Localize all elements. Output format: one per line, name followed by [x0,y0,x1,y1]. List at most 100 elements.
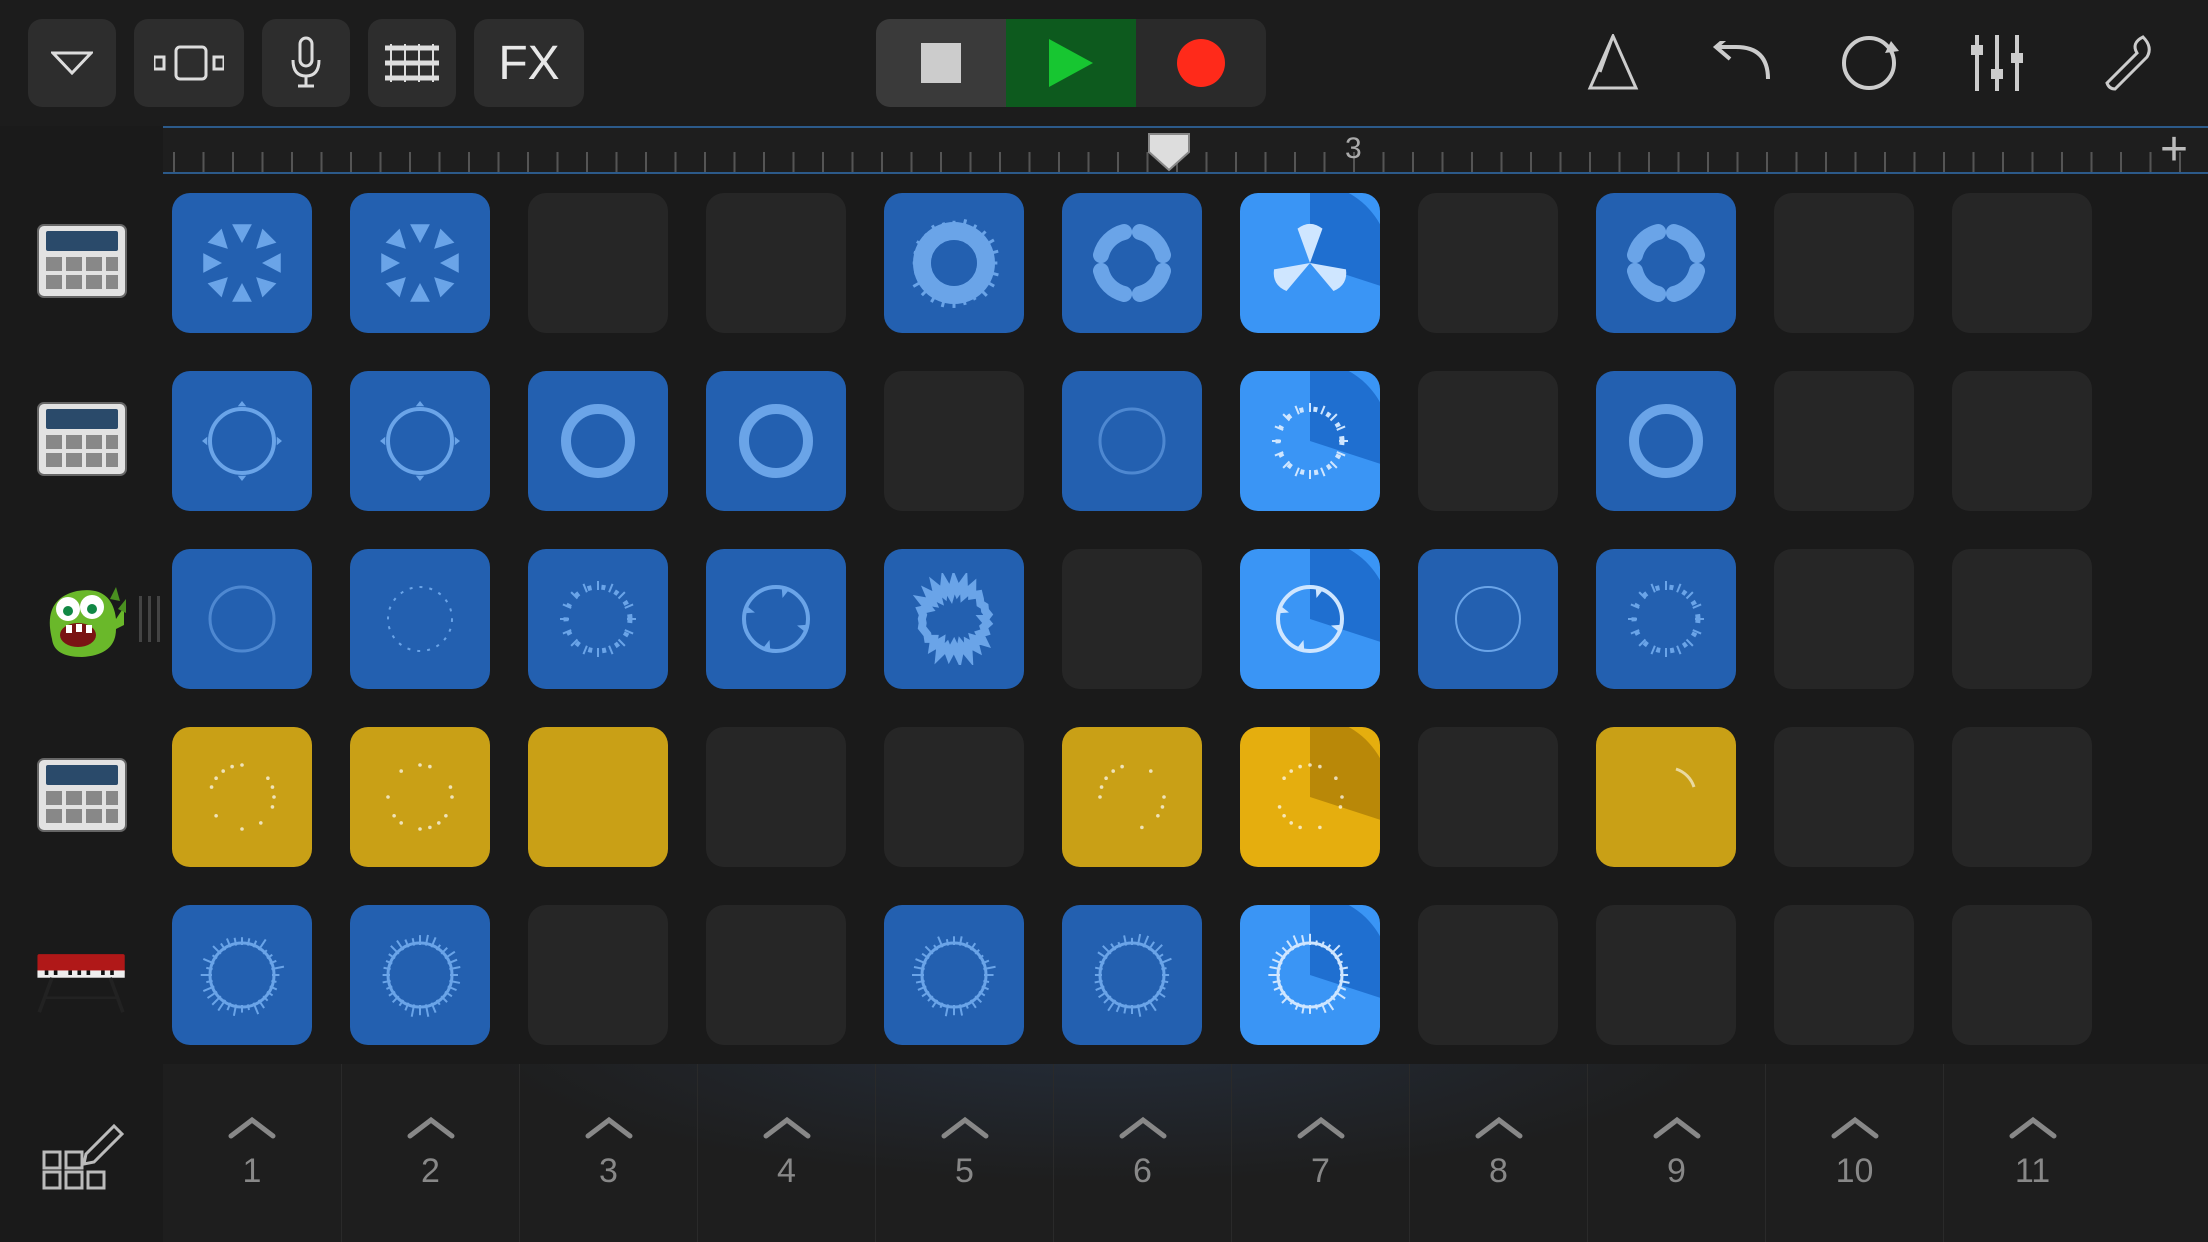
scene-trigger[interactable]: 1 [163,1064,341,1242]
scene-trigger[interactable]: 11 [1943,1064,2121,1242]
empty-loop-cell[interactable] [1774,371,1914,511]
empty-loop-cell[interactable] [1418,905,1558,1045]
track-header[interactable] [0,886,163,1064]
timeline-ruler[interactable]: 3 + [163,126,2208,174]
loop-waveform-icon [1620,217,1712,309]
scene-trigger[interactable]: 9 [1587,1064,1765,1242]
playhead-icon[interactable] [1147,132,1191,172]
loop-cell[interactable] [706,549,846,689]
grid-view-button[interactable] [368,19,456,107]
scene-trigger[interactable]: 3 [519,1064,697,1242]
loop-cell[interactable] [350,549,490,689]
loop-cell[interactable] [172,905,312,1045]
empty-loop-cell[interactable] [1952,193,2092,333]
empty-loop-cell[interactable] [1774,193,1914,333]
loop-cell[interactable] [884,193,1024,333]
undo-button[interactable] [1686,19,1796,107]
loop-cell[interactable] [1596,371,1736,511]
loop-cell[interactable] [528,371,668,511]
empty-loop-cell[interactable] [528,905,668,1045]
scene-trigger[interactable]: 2 [341,1064,519,1242]
empty-loop-cell[interactable] [1062,549,1202,689]
loop-cell[interactable] [1240,727,1380,867]
mixer-button[interactable] [1942,19,2052,107]
loop-cell[interactable] [1596,193,1736,333]
loop-cell[interactable] [528,727,668,867]
empty-loop-cell[interactable] [1774,727,1914,867]
loop-cell[interactable] [350,727,490,867]
scene-number: 3 [599,1152,618,1191]
loop-cell[interactable] [172,371,312,511]
loop-cell[interactable] [884,905,1024,1045]
track-row [163,886,2178,1064]
edit-grid-button[interactable] [40,1114,124,1192]
fx-button[interactable]: FX [474,19,584,107]
empty-loop-cell[interactable] [1952,549,2092,689]
loop-cell[interactable] [172,549,312,689]
loop-cell[interactable] [350,371,490,511]
scene-trigger[interactable]: 5 [875,1064,1053,1242]
loop-cell[interactable] [1240,905,1380,1045]
play-button[interactable] [1006,19,1136,107]
settings-wrench-button[interactable] [2070,19,2180,107]
track-header[interactable] [0,352,163,530]
empty-loop-cell[interactable] [706,905,846,1045]
empty-loop-cell[interactable] [706,193,846,333]
loop-cell[interactable] [706,371,846,511]
loop-waveform-icon [374,217,466,309]
loop-cell[interactable] [1062,727,1202,867]
row-drag-handle[interactable] [135,593,163,645]
loop-cell[interactable] [350,905,490,1045]
empty-loop-cell[interactable] [1418,193,1558,333]
scene-trigger[interactable]: 4 [697,1064,875,1242]
record-button[interactable] [1136,19,1266,107]
empty-loop-cell[interactable] [706,727,846,867]
loop-cell[interactable] [1062,193,1202,333]
scene-trigger[interactable]: 8 [1409,1064,1587,1242]
loop-cell[interactable] [884,549,1024,689]
track-header[interactable] [0,530,163,708]
scene-trigger[interactable]: 6 [1053,1064,1231,1242]
loop-cell[interactable] [1240,371,1380,511]
loop-cell[interactable] [1596,727,1736,867]
loop-cell[interactable] [172,193,312,333]
scene-number: 10 [1836,1152,1874,1191]
empty-loop-cell[interactable] [884,727,1024,867]
metronome-button[interactable] [1558,19,1668,107]
empty-loop-cell[interactable] [1418,371,1558,511]
loop-waveform-icon [196,929,288,1021]
empty-loop-cell[interactable] [1952,905,2092,1045]
loop-cell[interactable] [1596,549,1736,689]
loop-cell[interactable] [528,549,668,689]
empty-loop-cell[interactable] [528,193,668,333]
empty-loop-cell[interactable] [1774,549,1914,689]
stop-button[interactable] [876,19,1006,107]
track-header[interactable] [0,708,163,886]
loop-cell[interactable] [1062,371,1202,511]
microphone-button[interactable] [262,19,350,107]
empty-loop-cell[interactable] [1418,727,1558,867]
chevron-up-icon [762,1116,812,1140]
loop-waveform-icon [1086,929,1178,1021]
empty-loop-cell[interactable] [884,371,1024,511]
add-section-button[interactable]: + [2160,126,2188,174]
loop-cell[interactable] [172,727,312,867]
loop-cell[interactable] [350,193,490,333]
loop-button[interactable] [1814,19,1924,107]
track-header[interactable] [0,174,163,352]
scene-trigger[interactable]: 10 [1765,1064,1943,1242]
loop-cell[interactable] [1240,193,1380,333]
scene-number: 4 [777,1152,796,1191]
scene-trigger[interactable]: 7 [1231,1064,1409,1242]
empty-loop-cell[interactable] [1952,371,2092,511]
tracks-view-button[interactable] [134,19,244,107]
empty-loop-cell[interactable] [1596,905,1736,1045]
menu-dropdown-button[interactable] [28,19,116,107]
loop-waveform-icon [374,751,466,843]
empty-loop-cell[interactable] [1952,727,2092,867]
empty-loop-cell[interactable] [1774,905,1914,1045]
loop-waveform-icon [1086,751,1178,843]
loop-cell[interactable] [1240,549,1380,689]
loop-cell[interactable] [1062,905,1202,1045]
loop-cell[interactable] [1418,549,1558,689]
